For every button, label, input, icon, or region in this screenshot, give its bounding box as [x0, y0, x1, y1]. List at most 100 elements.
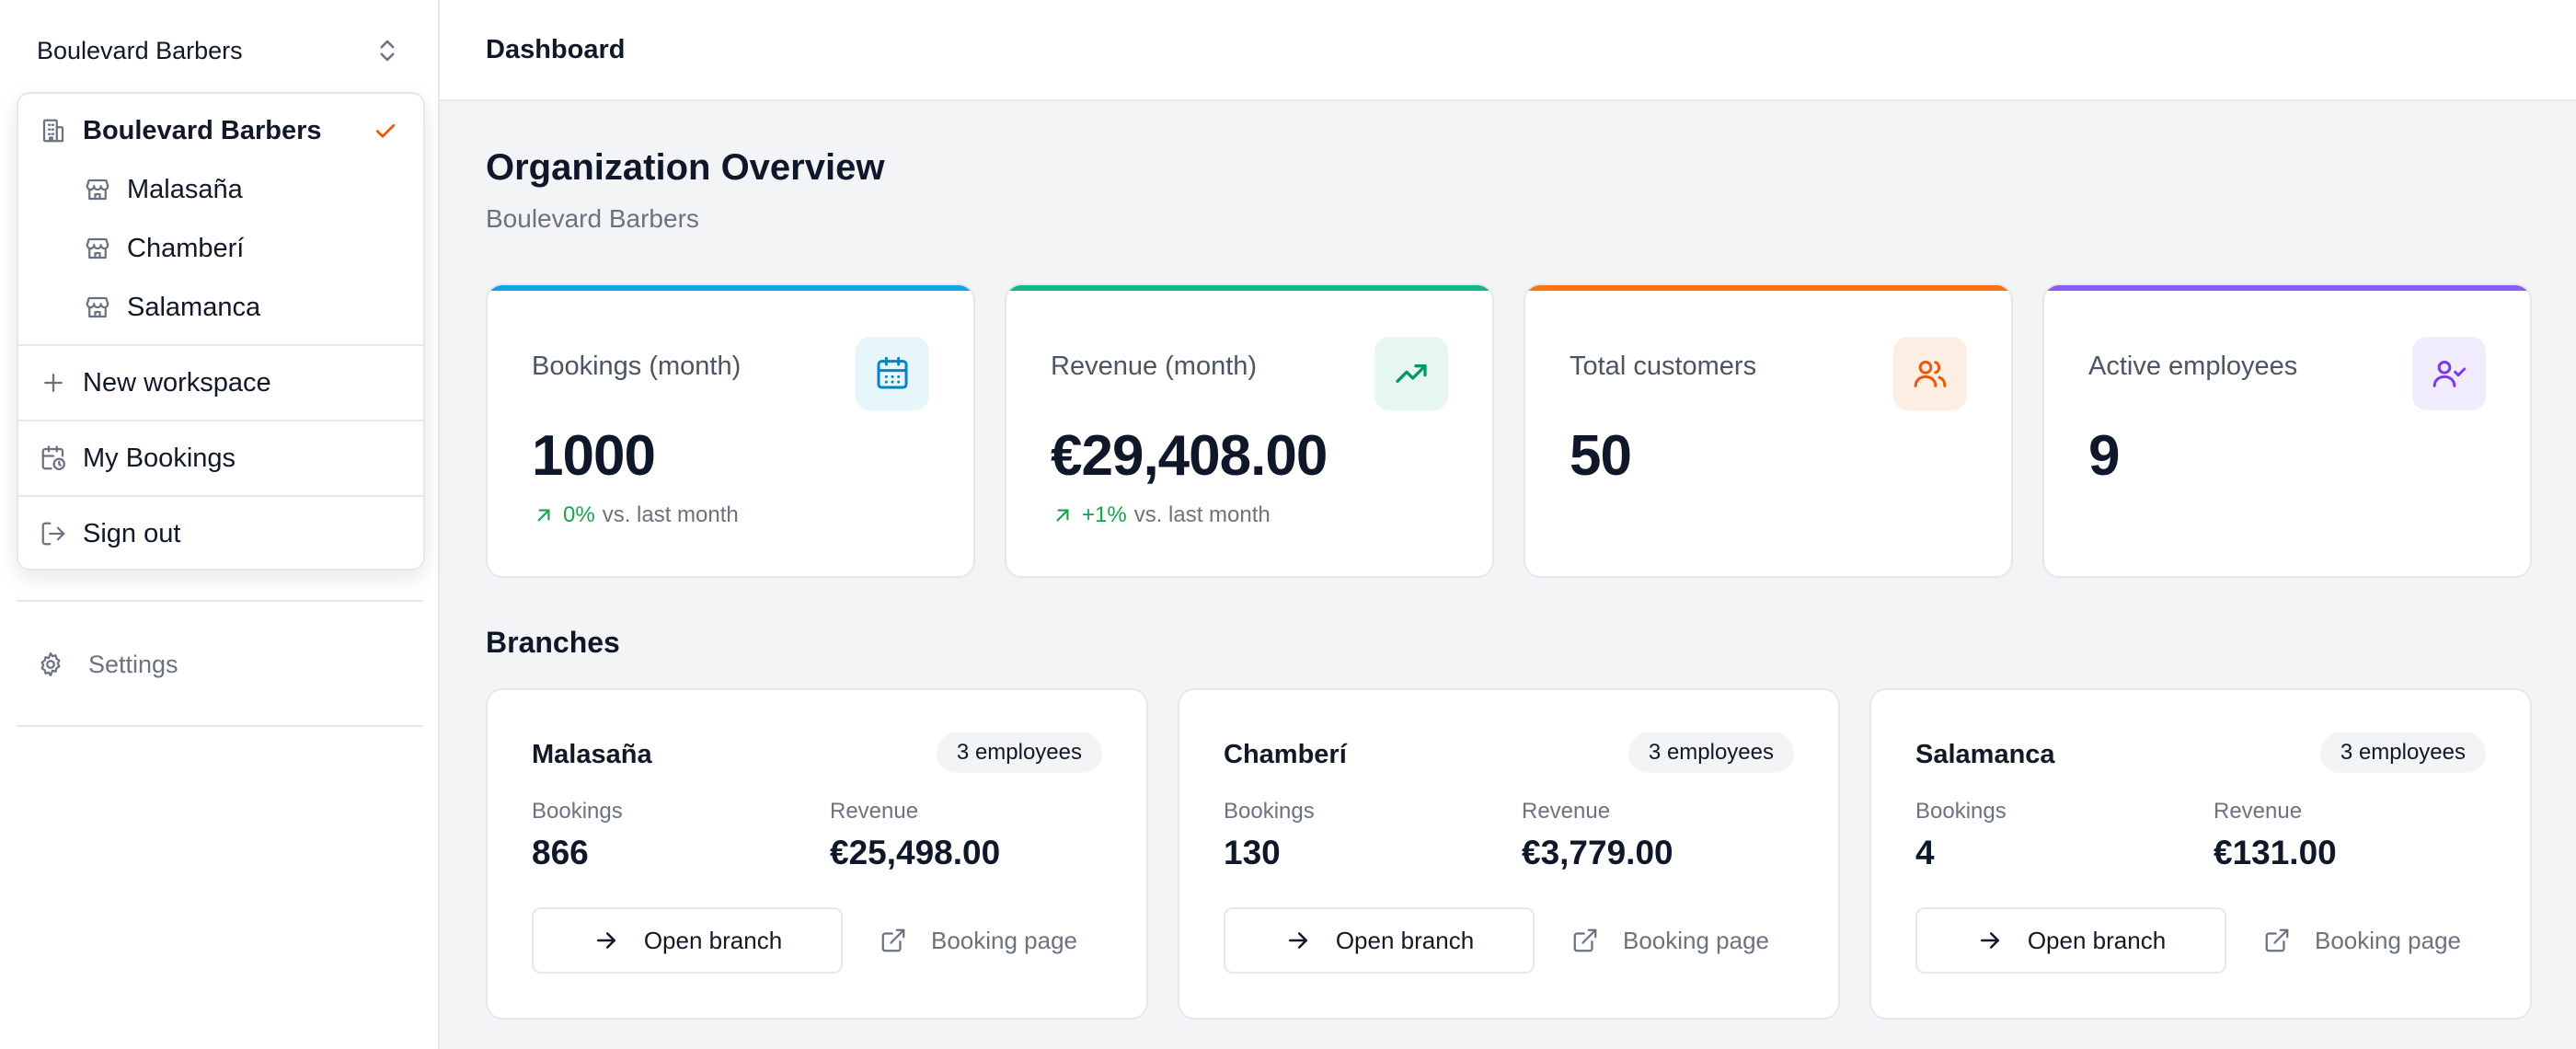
dropdown-item-branch[interactable]: Chamberí: [18, 221, 423, 276]
branch-card: Salamanca 3 employees Bookings 4 Revenue…: [1869, 688, 2532, 1020]
employees-badge: 3 employees: [936, 732, 1102, 773]
bookings-value: 130: [1224, 834, 1281, 871]
building-icon: [39, 116, 68, 145]
stat-card-accent: [1006, 285, 1492, 291]
sidebar-item-label: Settings: [88, 650, 178, 678]
stat-card-revenue: Revenue (month) €29,408.00 +1% vs. last …: [1005, 283, 1494, 578]
sidebar-divider: [17, 725, 423, 727]
dropdown-item-label: My Bookings: [83, 443, 236, 473]
workspace-switcher[interactable]: Boulevard Barbers: [0, 0, 438, 101]
link-label: Booking page: [2315, 926, 2462, 954]
sign-out-button[interactable]: Sign out: [18, 506, 423, 561]
stat-delta-percent: +1%: [1082, 502, 1127, 527]
revenue-value: €131.00: [2214, 834, 2337, 871]
stat-card-bookings: Bookings (month) 1000 0% vs. last month: [486, 283, 975, 578]
page-subtitle: Boulevard Barbers: [486, 204, 699, 233]
stat-value: 1000: [532, 424, 656, 488]
branch-name: Chamberí: [1224, 740, 1347, 769]
check-icon: [375, 124, 396, 138]
stat-label: Active employees: [2088, 352, 2298, 381]
employees-badge: 3 employees: [2319, 732, 2486, 773]
bookings-value: 4: [1915, 834, 1935, 871]
stat-card-accent: [2044, 285, 2530, 291]
booking-page-link[interactable]: Booking page: [1571, 907, 1769, 974]
revenue-label: Revenue: [1522, 799, 1611, 824]
new-workspace-button[interactable]: New workspace: [18, 355, 423, 410]
stat-card-customers: Total customers 50: [1524, 283, 2013, 578]
open-branch-button[interactable]: Open branch: [1224, 907, 1535, 974]
sidebar-item-settings[interactable]: Settings: [37, 644, 178, 685]
stat-icon-box: [1893, 337, 1967, 410]
branches-title: Branches: [486, 626, 620, 659]
branch-card: Malasaña 3 employees Bookings 866 Revenu…: [486, 688, 1148, 1020]
dropdown-item-org[interactable]: Boulevard Barbers: [18, 103, 423, 158]
calendar-icon: [877, 356, 908, 389]
arrow-right-icon: [1980, 932, 1999, 949]
bookings-label: Bookings: [1915, 799, 2007, 824]
branch-name: Malasaña: [532, 740, 652, 769]
calendar-clock-icon: [39, 444, 68, 473]
arrow-right-icon: [1288, 932, 1307, 949]
dropdown-divider: [18, 420, 423, 421]
page-header-title: Dashboard: [486, 34, 626, 64]
dropdown-item-label: Sign out: [83, 518, 181, 548]
dropdown-item-label: Salamanca: [127, 292, 261, 322]
stat-value: €29,408.00: [1051, 424, 1328, 488]
page-title: Organization Overview: [486, 147, 885, 188]
stat-icon-box: [2412, 337, 2486, 410]
button-label: Open branch: [2027, 926, 2167, 954]
workspace-name: Boulevard Barbers: [37, 36, 243, 64]
stat-icon-box: [1374, 337, 1448, 410]
arrow-up-right-icon: [537, 509, 550, 522]
stat-icon-box: [856, 337, 929, 410]
user-check-icon: [2432, 361, 2467, 387]
dropdown-divider: [18, 344, 423, 346]
stat-delta-suffix: vs. last month: [602, 502, 739, 527]
stat-label: Bookings (month): [532, 352, 742, 381]
stat-delta: +1% vs. last month: [1051, 502, 1271, 528]
branch-name: Salamanca: [1915, 740, 2055, 769]
store-icon: [83, 293, 112, 322]
users-icon: [1914, 361, 1947, 387]
stat-card-accent: [488, 285, 973, 291]
dropdown-item-branch[interactable]: Malasaña: [18, 162, 423, 217]
topbar: Dashboard: [440, 0, 2576, 101]
revenue-value: €25,498.00: [830, 834, 1001, 871]
revenue-label: Revenue: [2214, 799, 2303, 824]
app: Boulevard Barbers Settings Boulevard Bar…: [0, 0, 2576, 1049]
trending-up-icon: [1396, 364, 1427, 383]
external-link-icon: [881, 928, 905, 952]
bookings-value: 866: [532, 834, 589, 871]
external-link-icon: [1573, 928, 1597, 952]
log-out-icon: [39, 519, 68, 548]
link-label: Booking page: [931, 926, 1078, 954]
stat-card-employees: Active employees 9: [2042, 283, 2532, 578]
dropdown-item-label: New workspace: [83, 367, 271, 398]
button-label: Open branch: [1335, 926, 1475, 954]
store-icon: [83, 175, 112, 204]
booking-page-link[interactable]: Booking page: [2263, 907, 2461, 974]
open-branch-button[interactable]: Open branch: [1915, 907, 2226, 974]
booking-page-link[interactable]: Booking page: [880, 907, 1077, 974]
my-bookings-link[interactable]: My Bookings: [18, 431, 423, 486]
button-label: Open branch: [643, 926, 783, 954]
stat-value: 9: [2088, 424, 2120, 488]
bookings-label: Bookings: [1224, 799, 1315, 824]
stat-label: Revenue (month): [1051, 352, 1258, 381]
chevrons-up-down-icon: [380, 40, 395, 62]
arrow-right-icon: [596, 932, 615, 949]
sidebar-divider: [17, 600, 423, 602]
dropdown-item-label: Chamberí: [127, 233, 245, 263]
dropdown-item-branch[interactable]: Salamanca: [18, 280, 423, 335]
stat-card-accent: [1525, 285, 2011, 291]
stat-value: 50: [1570, 424, 1632, 488]
open-branch-button[interactable]: Open branch: [532, 907, 843, 974]
revenue-value: €3,779.00: [1522, 834, 1673, 871]
gear-icon: [40, 652, 61, 676]
store-icon: [83, 234, 112, 263]
plus-icon: [39, 368, 68, 398]
dropdown-divider: [18, 495, 423, 497]
dropdown-item-label: Boulevard Barbers: [83, 115, 322, 145]
stat-delta-percent: 0%: [563, 502, 595, 527]
dropdown-item-label: Malasaña: [127, 174, 243, 204]
